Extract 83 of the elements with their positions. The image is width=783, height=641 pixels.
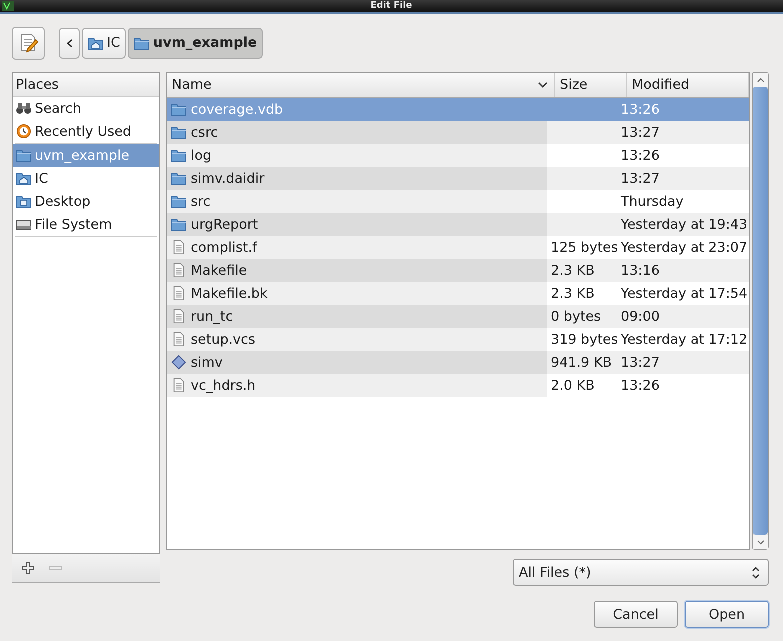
modified-time: 13:26 [621, 102, 660, 118]
place-item[interactable]: IC [13, 167, 159, 190]
path-button[interactable]: IC [82, 28, 126, 58]
folder-icon [171, 194, 187, 209]
pencil-document-icon [18, 33, 38, 53]
clock-icon [16, 124, 32, 139]
add-icon[interactable] [22, 562, 35, 574]
file-name: src [191, 194, 211, 210]
folder-icon [134, 36, 150, 50]
file-size: 2.3 KB [551, 262, 595, 278]
modified-time: 13:27 [621, 124, 660, 140]
document-icon [171, 240, 187, 255]
modified-time: Yesterday at 17:12 [621, 332, 748, 348]
file-name: run_tc [191, 308, 234, 324]
file-name: Makefile.bk [191, 286, 268, 302]
chevron-left-icon [66, 38, 72, 48]
folder-icon [16, 148, 32, 163]
dialog-button[interactable]: Cancel [594, 601, 678, 628]
drive-icon [16, 217, 32, 232]
home-folder-icon [88, 36, 104, 50]
updown-icon [752, 566, 760, 578]
file-size: 2.3 KB [551, 286, 595, 302]
document-icon [171, 378, 187, 393]
modified-time: 13:27 [621, 170, 660, 186]
file-size: 125 bytes [551, 240, 618, 256]
folder-icon [171, 148, 187, 163]
modified-time: Thursday [621, 194, 684, 210]
file-name: complist.f [191, 240, 258, 256]
modified-time: 13:16 [621, 262, 660, 278]
modified-time: Yesterday at 23:07 [621, 240, 748, 256]
file-name: simv.daidir [191, 170, 265, 186]
modified-time: 13:27 [621, 354, 660, 370]
file-type-dropdown[interactable]: All Files (*) [513, 559, 769, 586]
folder-icon [171, 125, 187, 140]
folder-icon [171, 171, 187, 186]
back-button[interactable] [59, 28, 80, 58]
file-name: csrc [191, 124, 218, 140]
modified-time: Yesterday at 17:54 [621, 286, 748, 302]
chevron-up-icon [756, 78, 764, 82]
edit-location-button[interactable] [12, 26, 45, 60]
file-name: coverage.vdb [191, 102, 284, 118]
modified-time: 09:00 [621, 308, 660, 324]
file-name: vc_hdrs.h [191, 378, 256, 394]
folder-icon [171, 217, 187, 232]
file-name: setup.vcs [191, 332, 256, 348]
file-name: urgReport [191, 216, 258, 232]
place-item[interactable]: File System [13, 213, 159, 236]
scrollbar-thumb[interactable] [753, 87, 768, 535]
document-icon [171, 263, 187, 278]
scroll-down-button[interactable] [753, 535, 768, 549]
place-item[interactable]: Search [13, 97, 159, 120]
column-header[interactable]: Modified [627, 73, 749, 97]
file-name: Makefile [191, 262, 248, 278]
column-header[interactable]: Size [555, 73, 627, 97]
document-icon [171, 332, 187, 347]
modified-time: 13:26 [621, 378, 660, 394]
window-title: Edit File [370, 1, 412, 11]
place-item[interactable]: Recently Used [13, 120, 159, 143]
sort-down-icon [538, 82, 548, 88]
folder-icon [171, 102, 187, 117]
modified-time: Yesterday at 19:43 [621, 216, 748, 232]
places-header: Places [13, 73, 159, 97]
document-icon [171, 286, 187, 301]
home-folder-icon [16, 171, 32, 186]
scrollbar[interactable] [752, 72, 769, 550]
column-header[interactable]: Name [167, 73, 555, 97]
place-item[interactable]: Desktop [13, 190, 159, 213]
binoculars-icon [16, 101, 32, 116]
file-name: simv [191, 354, 223, 370]
file-name: log [191, 148, 212, 164]
modified-time: 13:26 [621, 148, 660, 164]
chevron-down-icon [756, 540, 764, 544]
app-icon [2, 1, 14, 11]
document-icon [171, 309, 187, 324]
file-size: 0 bytes [551, 308, 602, 324]
file-size: 2.0 KB [551, 378, 595, 394]
path-button[interactable]: uvm_example [128, 28, 264, 58]
dialog-button[interactable]: Open [685, 601, 769, 628]
file-size: 319 bytes [551, 332, 618, 348]
diamond-icon [171, 355, 187, 370]
scroll-up-button[interactable] [753, 73, 768, 87]
desktop-folder-icon [16, 194, 32, 209]
file-size: 941.9 KB [551, 354, 612, 370]
